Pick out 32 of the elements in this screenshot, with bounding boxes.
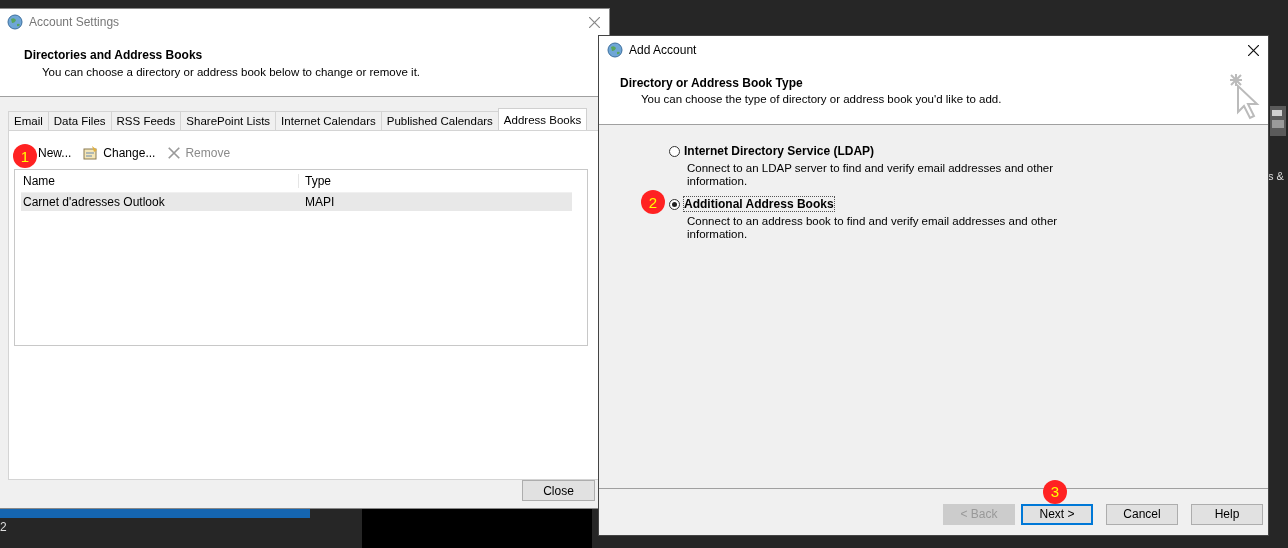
section-subtitle: You can choose the type of directory or address book you'd like to add. [640, 93, 1002, 105]
window-title: Add Account [629, 43, 697, 57]
option-label[interactable]: Additional Address Books [683, 196, 835, 212]
radio-button[interactable] [669, 145, 680, 157]
section-title: Directories and Address Books [24, 47, 204, 62]
step-badge: 3 [1043, 479, 1067, 504]
column-header[interactable]: Name [21, 174, 299, 188]
globe-icon [607, 42, 623, 58]
section-title: Directory or Address Book Type [620, 76, 804, 90]
window-title: Account Settings [29, 15, 120, 30]
background-label: s & [1268, 170, 1285, 182]
option-description: Connect to an LDAP server to find and verify email addresses and other information. [686, 162, 1055, 188]
wizard-button[interactable]: Cancel [1106, 503, 1178, 525]
close-button[interactable]: Close [522, 480, 595, 501]
wizard-button[interactable]: Help [1191, 503, 1263, 525]
option-label[interactable]: Internet Directory Service (LDAP) [683, 143, 876, 159]
step-badge: 1 [13, 144, 37, 168]
radio-button[interactable] [669, 198, 680, 210]
step-badge: 2 [641, 190, 665, 214]
background-list-item: 2 [0, 519, 8, 536]
address-card-icon [83, 145, 100, 161]
section-subtitle: You can choose a directory or address book below to change or remove it. [41, 65, 422, 78]
toolbar-button[interactable]: Change... [83, 145, 156, 161]
wizard-button[interactable]: Next > [1021, 503, 1093, 525]
option-description: Connect to an address book to find and verify email addresses and other information. [686, 215, 1059, 241]
toolbar-button[interactable]: New... [38, 146, 72, 160]
column-header[interactable]: Type [299, 174, 331, 188]
tab[interactable]: Email [8, 111, 49, 130]
globe-icon [7, 14, 23, 31]
delete-icon [167, 146, 182, 160]
list-row[interactable]: Carnet d'adresses Outlook MAPI [21, 193, 572, 211]
tab[interactable]: Address Books [497, 108, 588, 130]
